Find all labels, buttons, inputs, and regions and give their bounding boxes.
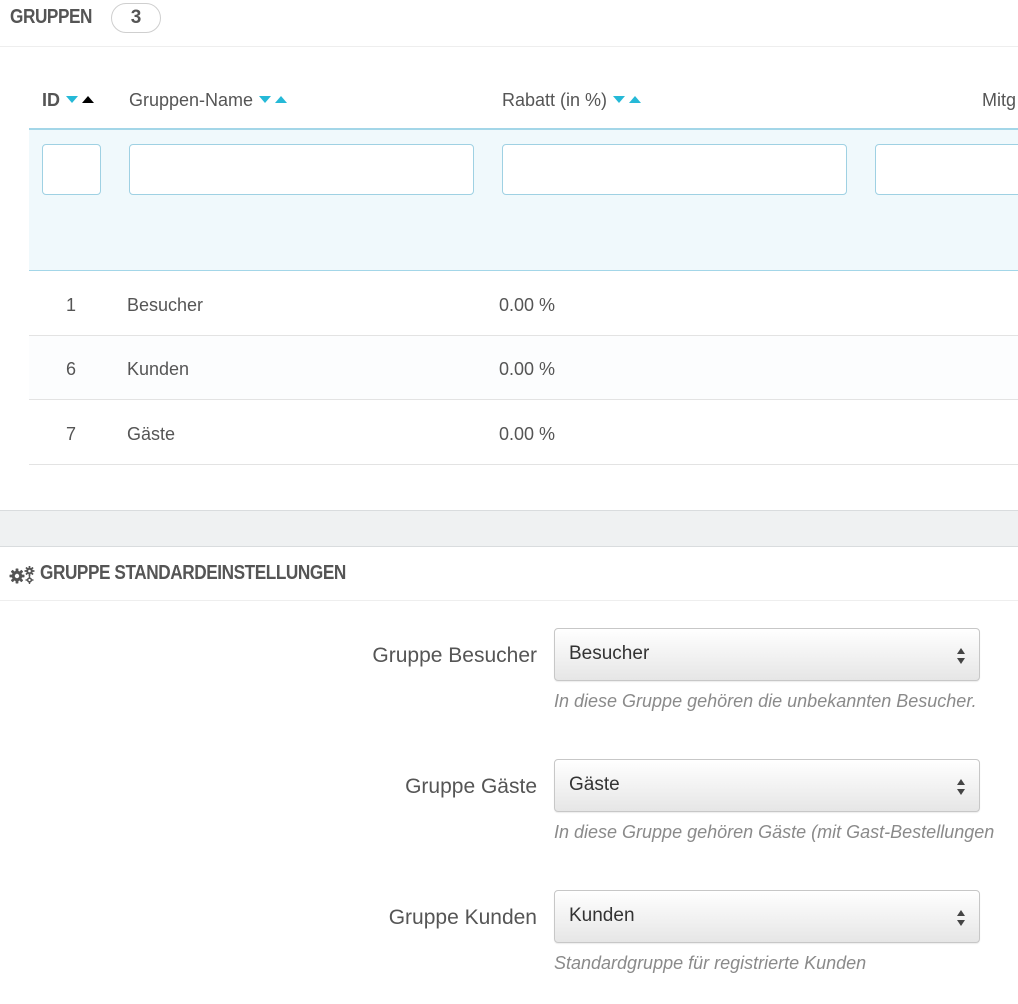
help-text-group-guests: In diese Gruppe gehören Gäste (mit Gast-… — [554, 822, 995, 842]
sort-desc-icon[interactable] — [66, 95, 78, 103]
sort-asc-icon[interactable] — [82, 95, 94, 103]
select-arrows-icon — [957, 910, 965, 926]
section-separator — [0, 510, 1018, 547]
filter-members-input[interactable] — [875, 144, 1018, 195]
cell-name: Besucher — [127, 295, 204, 315]
count-badge: 3 — [111, 3, 161, 33]
select-value: Besucher — [569, 643, 650, 664]
gears-icon — [9, 566, 35, 584]
cell-discount: 0.00 % — [499, 424, 556, 444]
select-arrows-icon — [957, 779, 965, 795]
column-header-members-label: Mitg — [982, 90, 1017, 110]
label-group-visitors: Gruppe Besucher — [372, 644, 537, 667]
cell-id: 6 — [66, 359, 77, 379]
column-header-id: ID — [42, 90, 98, 111]
divider — [0, 46, 1018, 47]
table-row[interactable]: 6 Kunden 0.00 % — [29, 336, 1018, 400]
select-group-customers[interactable]: Kunden — [554, 890, 980, 943]
help-text-group-customers: Standardgruppe für registrierte Kunden — [554, 953, 867, 973]
column-header-id-label: ID — [42, 90, 60, 110]
select-value: Gäste — [569, 774, 620, 795]
cell-discount: 0.00 % — [499, 295, 556, 315]
label-group-guests: Gruppe Gäste — [405, 775, 537, 798]
table-row[interactable]: 7 Gäste 0.00 % — [29, 401, 1018, 465]
column-header-discount-label: Rabatt (in %) — [502, 90, 608, 110]
sort-desc-icon[interactable] — [613, 95, 626, 103]
select-group-visitors[interactable]: Besucher — [554, 628, 980, 681]
sort-asc-icon[interactable] — [629, 95, 642, 103]
select-arrows-icon — [957, 648, 965, 664]
filter-name-input[interactable] — [129, 144, 474, 195]
column-header-name-label: Gruppen-Name — [129, 90, 254, 110]
cell-name: Gäste — [127, 424, 176, 444]
groups-list-panel: GRUPPEN 3 ID Gruppen-Name Rabatt (in %) … — [0, 0, 1018, 510]
label-group-customers: Gruppe Kunden — [388, 906, 537, 929]
select-group-guests[interactable]: Gäste — [554, 759, 980, 812]
sort-desc-icon[interactable] — [259, 95, 272, 103]
sort-asc-icon[interactable] — [275, 95, 288, 103]
cell-name: Kunden — [127, 359, 190, 379]
column-header-members: Mitg — [982, 90, 1016, 111]
select-value: Kunden — [569, 905, 635, 926]
help-text-group-visitors: In diese Gruppe gehören die unbekannten … — [554, 691, 977, 711]
column-header-name: Gruppen-Name — [129, 90, 291, 111]
cell-discount: 0.00 % — [499, 359, 556, 379]
filter-discount-input[interactable] — [502, 144, 847, 195]
divider — [0, 600, 1018, 601]
filter-id-input[interactable] — [42, 144, 101, 195]
list-title: GRUPPEN — [10, 6, 93, 28]
table-row[interactable]: 1 Besucher 0.00 % — [29, 272, 1018, 336]
cell-id: 1 — [66, 295, 77, 315]
cell-id: 7 — [66, 424, 77, 444]
column-header-discount: Rabatt (in %) — [502, 90, 645, 111]
settings-title: GRUPPE STANDARDEINSTELLUNGEN — [40, 562, 346, 584]
